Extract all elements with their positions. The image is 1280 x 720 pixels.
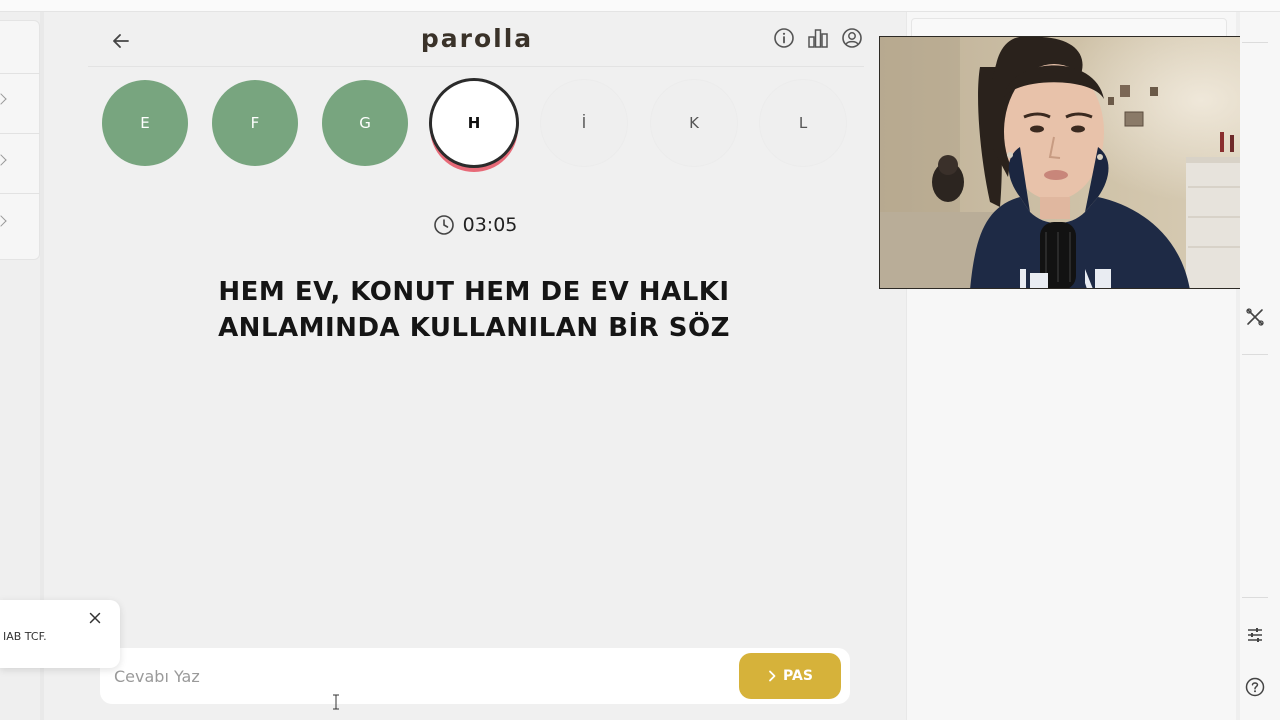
account-icon xyxy=(842,28,862,48)
chevron-right-icon xyxy=(769,670,776,682)
chevron-right-icon[interactable] xyxy=(0,154,7,166)
browser-right-rail xyxy=(1240,12,1280,720)
rail-divider xyxy=(1242,354,1268,355)
stats-button[interactable] xyxy=(806,26,830,50)
consent-toast-text: IAB TCF. xyxy=(3,630,47,643)
left-side-panel xyxy=(0,20,40,260)
webcam-video-frame xyxy=(880,37,1256,288)
stats-icon xyxy=(808,29,828,48)
letter-circle-e: E xyxy=(102,80,188,166)
text-cursor-icon xyxy=(333,694,339,710)
help-button[interactable] xyxy=(1244,676,1266,698)
letter-circle-l: L xyxy=(760,80,846,166)
sliders-icon xyxy=(1248,628,1262,642)
tools-button[interactable] xyxy=(1244,306,1266,328)
game-area: parolla E F G H İ K L 03:05 HEM EV, KONU… xyxy=(44,12,906,720)
rail-divider xyxy=(1242,597,1268,598)
timer-value: 03:05 xyxy=(462,214,518,236)
letter-carousel: E F G H İ K L xyxy=(102,78,862,180)
letter-circle-k: K xyxy=(651,80,737,166)
header-icon-group xyxy=(772,26,864,50)
consent-toast: IAB TCF. xyxy=(0,600,120,668)
tools-icon xyxy=(1246,308,1264,326)
left-panel-divider xyxy=(0,133,40,134)
answer-input[interactable] xyxy=(114,656,714,696)
browser-top-strip xyxy=(0,0,1280,12)
letter-circle-h-current: H xyxy=(429,78,519,168)
letter-circle-i: İ xyxy=(541,80,627,166)
timer: 03:05 xyxy=(44,214,906,236)
letter-circle-g: G xyxy=(322,80,408,166)
close-toast-button[interactable] xyxy=(88,611,102,625)
question-line-1: HEM EV, KONUT HEM DE EV HALKI xyxy=(218,277,730,307)
webcam-overlay xyxy=(879,36,1257,289)
header-divider xyxy=(88,66,864,67)
close-icon xyxy=(89,612,101,624)
info-button[interactable] xyxy=(772,26,796,50)
question-text: HEM EV, KONUT HEM DE EV HALKI ANLAMINDA … xyxy=(164,274,784,346)
chevron-right-icon[interactable] xyxy=(0,215,7,227)
pass-button-label: PAS xyxy=(783,668,813,684)
app-logo: parolla xyxy=(420,24,534,53)
info-icon xyxy=(774,28,794,48)
question-line-2: ANLAMINDA KULLANILAN BİR SÖZ xyxy=(218,313,730,343)
game-header: parolla xyxy=(90,22,864,58)
clock-icon xyxy=(433,215,454,235)
left-panel-divider xyxy=(0,73,40,74)
account-button[interactable] xyxy=(840,26,864,50)
left-panel-divider xyxy=(0,193,40,194)
rail-divider xyxy=(1242,42,1268,43)
letter-circle-f: F xyxy=(212,80,298,166)
chevron-right-icon[interactable] xyxy=(0,93,7,105)
help-icon xyxy=(1245,677,1265,697)
pass-button[interactable]: PAS xyxy=(739,653,841,699)
settings-sliders-button[interactable] xyxy=(1244,624,1266,646)
answer-bar: PAS xyxy=(100,648,850,704)
